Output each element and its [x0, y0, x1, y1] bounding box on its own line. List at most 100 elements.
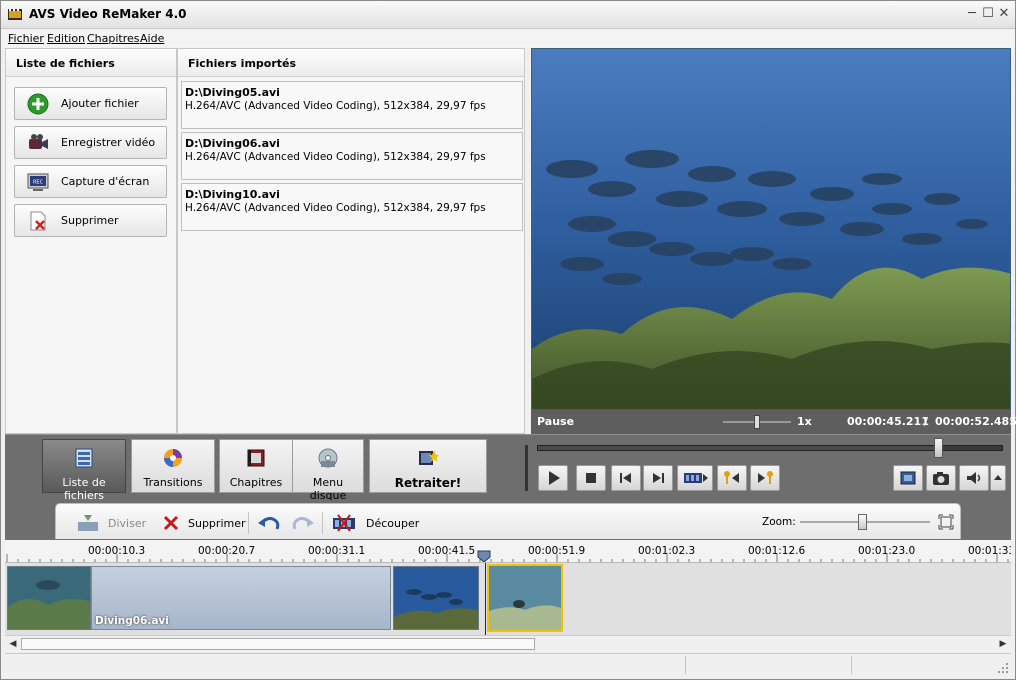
menu-aide[interactable]: Aide [140, 32, 164, 45]
file-item[interactable]: D:\Diving10.avi H.264/AVC (Advanced Vide… [181, 183, 523, 231]
menu-bar: Fichier Edition Chapitres Aide [1, 30, 1015, 47]
title-bar: AVS Video ReMaker 4.0 ─ ☐ ✕ [1, 1, 1015, 29]
ruler-tick-label: 00:00:51.9 [528, 545, 586, 557]
playback-speed: 1x [797, 415, 812, 428]
clip-image [489, 566, 561, 630]
play-icon [549, 471, 560, 485]
delete-file-label: Supprimer [61, 214, 119, 227]
file-list-title: Liste de fichiers [6, 49, 176, 77]
volume-dropdown-button[interactable] [990, 465, 1006, 491]
mark-in-button[interactable] [717, 465, 747, 491]
delete-file-button[interactable]: Supprimer [14, 204, 167, 237]
trim-label: Découper [366, 516, 420, 530]
tab-transitions[interactable]: Transitions [131, 439, 215, 493]
underwater-scene-image [532, 49, 1010, 409]
timeline-ruler[interactable]: 00:00:10.3 00:00:20.7 00:00:31.1 00:00:4… [5, 540, 1011, 563]
file-list-icon [75, 448, 93, 468]
svg-text:REC: REC [33, 179, 44, 185]
app-logo-icon [8, 9, 22, 20]
clip-image [394, 567, 478, 629]
delete-x-icon [163, 515, 179, 531]
playhead-marker-icon[interactable] [477, 550, 491, 563]
trim-button[interactable]: Découper [332, 514, 419, 532]
snapshot-button[interactable] [926, 465, 956, 491]
clip-image [8, 567, 90, 629]
scrollbar-thumb[interactable] [21, 638, 535, 650]
status-divider [685, 656, 686, 674]
player-status-bar: Pause 1x 00:00:45.211 / 00:00:52.485 [531, 410, 1016, 434]
window-title: AVS Video ReMaker 4.0 [29, 7, 187, 21]
status-divider [851, 656, 852, 674]
redo-icon[interactable] [290, 513, 316, 533]
stop-icon [586, 473, 596, 483]
tab-transitions-label: Transitions [143, 476, 203, 489]
scroll-left-icon[interactable]: ◀ [7, 638, 19, 650]
total-time: 00:00:52.485 [935, 415, 1016, 428]
ruler-tick-label: 00:01:23.0 [858, 545, 916, 557]
clip-label: Diving06.avi [95, 615, 169, 627]
resize-grip-icon[interactable] [997, 662, 1009, 674]
tab-disc-menu-label: Menu disque [309, 476, 347, 502]
clip-thumbnail[interactable] [393, 566, 479, 630]
file-desc: H.264/AVC (Advanced Video Coding), 512x3… [185, 151, 486, 163]
stop-button[interactable] [576, 465, 606, 491]
screen-capture-button[interactable]: REC Capture d'écran [14, 165, 167, 198]
file-desc: H.264/AVC (Advanced Video Coding), 512x3… [185, 202, 486, 214]
ruler-tick-label: 00:01:12.6 [748, 545, 806, 557]
file-item[interactable]: D:\Diving05.avi H.264/AVC (Advanced Vide… [181, 81, 523, 129]
fullscreen-button[interactable] [893, 465, 923, 491]
tab-chapters-label: Chapitres [229, 476, 283, 489]
file-name: D:\Diving10.avi [185, 188, 280, 201]
transitions-icon [164, 449, 182, 467]
main-toolbar: Liste de fichiers Transitions Chapitres [5, 434, 1011, 502]
volume-button[interactable] [959, 465, 989, 491]
maximize-icon[interactable]: ☐ [981, 7, 995, 21]
clip-thumbnail[interactable] [7, 566, 91, 630]
tab-file-list-label: Liste de fichiers [62, 476, 106, 502]
split-label: Diviser [108, 516, 147, 530]
ruler-tick-label: 00:00:31.1 [308, 545, 366, 557]
tab-file-list[interactable]: Liste de fichiers [42, 439, 126, 502]
toolbar-separator [322, 512, 323, 534]
zoom-fit-icon[interactable] [938, 514, 954, 530]
ruler-tick-label: 00:01:33 [968, 545, 1011, 557]
add-file-button[interactable]: Ajouter fichier [14, 87, 167, 120]
retraiter-label: Retraiter! [394, 476, 462, 490]
retraiter-button[interactable]: Retraiter! [369, 439, 487, 493]
chevron-up-icon [994, 475, 1002, 480]
previous-frame-button[interactable] [611, 465, 641, 491]
playback-progress-thumb[interactable] [933, 438, 943, 458]
split-button[interactable]: Diviser [76, 514, 146, 532]
tab-chapters[interactable]: Chapitres [219, 439, 293, 493]
clip-thumbnail-selected[interactable] [487, 564, 563, 632]
screen-capture-label: Capture d'écran [61, 175, 150, 188]
zoom-slider-thumb[interactable] [858, 514, 868, 530]
tab-disc-menu[interactable]: Menu disque [292, 439, 364, 502]
timeline-scrollbar[interactable]: ◀ ▶ [5, 635, 1011, 651]
delete-clip-button[interactable]: Supprimer [162, 514, 246, 532]
close-icon[interactable]: ✕ [997, 7, 1011, 21]
clip-diving06[interactable]: Diving06.avi [91, 566, 391, 630]
mark-out-button[interactable] [750, 465, 780, 491]
scroll-right-icon[interactable]: ▶ [997, 638, 1009, 650]
frame-view-button[interactable] [677, 465, 713, 491]
next-frame-button[interactable] [643, 465, 673, 491]
time-separator: / [924, 415, 929, 428]
play-button[interactable] [538, 465, 568, 491]
skip-forward-icon [653, 473, 664, 483]
menu-fichier[interactable]: Fichier [8, 32, 44, 45]
undo-icon[interactable] [256, 513, 282, 533]
minimize-icon[interactable]: ─ [965, 7, 979, 21]
imported-files-panel: Fichiers importés D:\Diving05.avi H.264/… [177, 48, 525, 434]
file-item[interactable]: D:\Diving06.avi H.264/AVC (Advanced Vide… [181, 132, 523, 180]
menu-chapitres[interactable]: Chapitres [87, 32, 140, 45]
speed-slider-thumb[interactable] [754, 415, 760, 429]
ruler-tick-label: 00:00:41.5 [418, 545, 476, 557]
status-bar [5, 653, 1011, 675]
menu-edition[interactable]: Edition [47, 32, 85, 45]
video-preview[interactable] [531, 48, 1011, 410]
playhead-line [485, 563, 486, 635]
retraiter-icon [419, 450, 439, 465]
split-icon [78, 515, 98, 531]
record-video-button[interactable]: Enregistrer vidéo [14, 126, 167, 159]
